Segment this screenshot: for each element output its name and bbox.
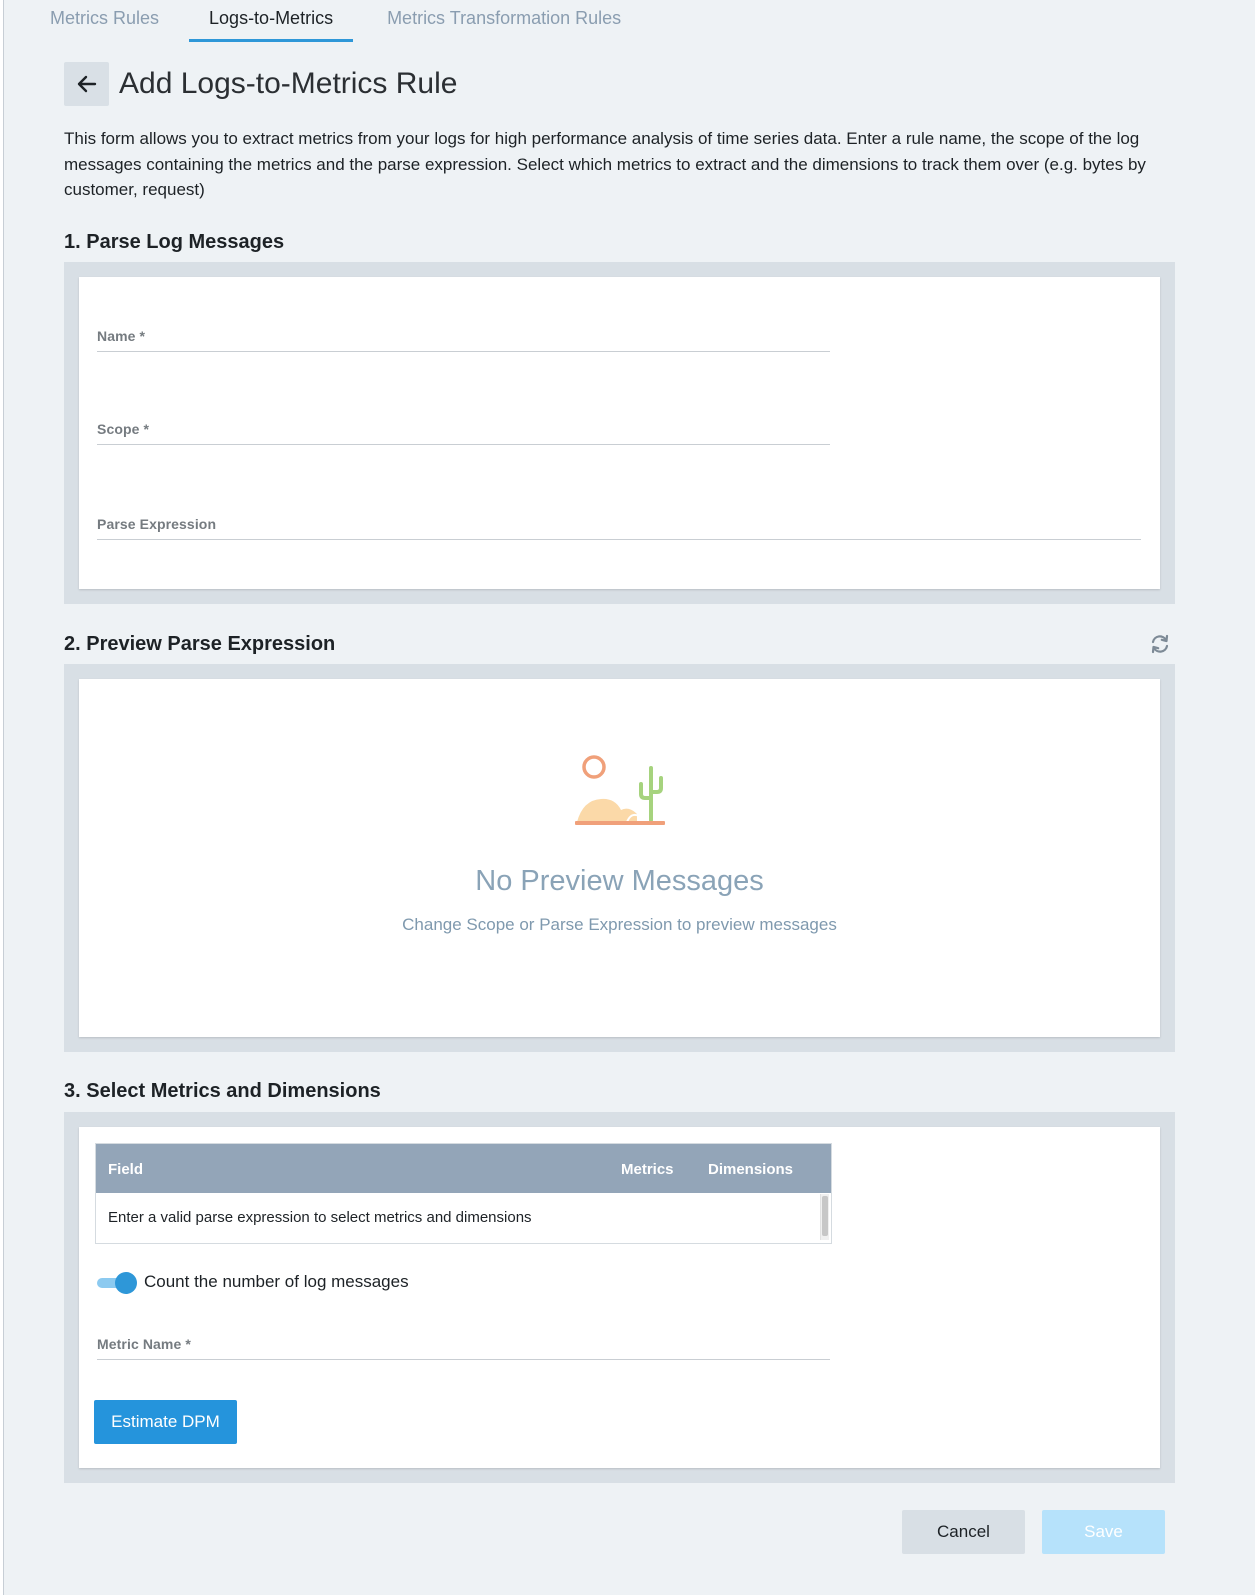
section-title-metrics: 3. Select Metrics and Dimensions xyxy=(64,1080,381,1102)
section-title-preview: 2. Preview Parse Expression xyxy=(64,633,336,655)
tab-metrics-transformation-rules[interactable]: Metrics Transformation Rules xyxy=(367,0,641,42)
metric-name-label: Metric Name * xyxy=(97,1336,191,1352)
column-header-field[interactable]: Field xyxy=(108,1161,143,1178)
arrow-left-icon xyxy=(77,75,96,93)
estimate-dpm-button[interactable]: Estimate DPM xyxy=(94,1400,237,1444)
parse-expression-field[interactable]: Parse Expression xyxy=(97,516,1141,540)
parse-expression-underline xyxy=(97,539,1141,540)
count-messages-toggle[interactable] xyxy=(97,1272,137,1294)
tab-logs-to-metrics[interactable]: Logs-to-Metrics xyxy=(189,0,354,42)
column-header-metrics[interactable]: Metrics xyxy=(621,1161,674,1178)
parse-card: Name * Scope * Parse Expression xyxy=(79,277,1160,589)
count-messages-label: Count the number of log messages xyxy=(144,1272,409,1291)
metrics-section: Field Metrics Dimensions Enter a valid p… xyxy=(64,1112,1175,1483)
name-input-underline xyxy=(97,351,830,352)
column-header-dimensions[interactable]: Dimensions xyxy=(708,1161,793,1178)
empty-state-subtitle: Change Scope or Parse Expression to prev… xyxy=(402,915,837,934)
parse-expression-label: Parse Expression xyxy=(97,516,217,532)
refresh-icon[interactable] xyxy=(1149,633,1171,655)
name-field[interactable]: Name * xyxy=(97,328,830,352)
name-label: Name * xyxy=(97,328,146,344)
metrics-card: Field Metrics Dimensions Enter a valid p… xyxy=(79,1127,1160,1468)
section-title-parse: 1. Parse Log Messages xyxy=(64,231,285,253)
scrollbar-thumb[interactable] xyxy=(822,1196,828,1236)
scope-field[interactable]: Scope * xyxy=(97,421,830,445)
metric-name-field[interactable]: Metric Name * xyxy=(97,1336,830,1360)
table-row: Enter a valid parse expression to select… xyxy=(96,1193,831,1243)
table-empty-message: Enter a valid parse expression to select… xyxy=(108,1209,532,1226)
page-header: Add Logs-to-Metrics Rule xyxy=(64,62,457,106)
desert-cactus-illustration xyxy=(575,755,665,825)
table-scrollbar[interactable] xyxy=(820,1194,829,1240)
tab-metrics-rules[interactable]: Metrics Rules xyxy=(30,0,179,42)
metric-name-underline xyxy=(97,1359,830,1360)
tab-bar: Metrics Rules Logs-to-Metrics Metrics Tr… xyxy=(30,0,641,42)
page-title: Add Logs-to-Metrics Rule xyxy=(119,67,458,100)
save-button[interactable]: Save xyxy=(1042,1510,1165,1554)
back-button[interactable] xyxy=(64,62,109,106)
toggle-knob xyxy=(115,1272,137,1294)
empty-state-title: No Preview Messages xyxy=(475,865,764,897)
form-description: This form allows you to extract metrics … xyxy=(64,129,1146,199)
preview-card: No Preview Messages Change Scope or Pars… xyxy=(79,679,1160,1037)
scope-label: Scope * xyxy=(97,421,150,437)
table-header: Field Metrics Dimensions xyxy=(96,1144,831,1193)
parse-section: Name * Scope * Parse Expression xyxy=(64,262,1175,604)
cancel-button[interactable]: Cancel xyxy=(902,1510,1025,1554)
metrics-table: Field Metrics Dimensions Enter a valid p… xyxy=(95,1143,832,1244)
window-edge xyxy=(0,0,4,1595)
preview-section: No Preview Messages Change Scope or Pars… xyxy=(64,664,1175,1052)
scope-input-underline xyxy=(97,444,830,445)
